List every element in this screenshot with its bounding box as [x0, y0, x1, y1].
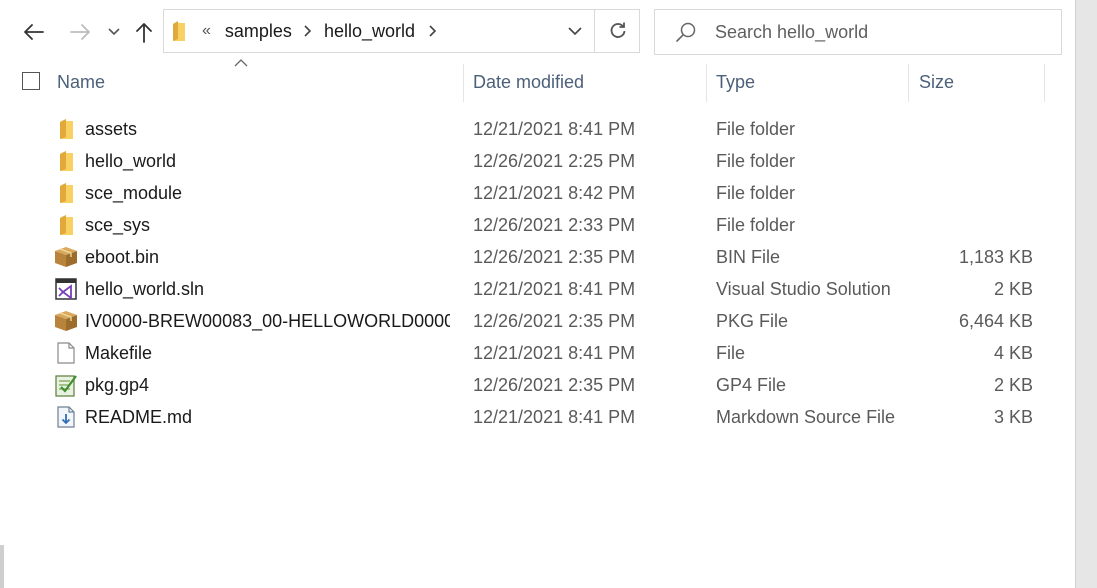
search-input[interactable]	[715, 20, 1045, 44]
folder-icon	[54, 209, 78, 241]
file-date: 12/21/2021 8:42 PM	[473, 182, 636, 203]
file-type: File	[716, 342, 746, 363]
file-name: hello_world	[85, 150, 177, 171]
refresh-button[interactable]	[595, 10, 641, 52]
breadcrumb-hello-world[interactable]: hello_world	[324, 21, 415, 42]
recent-locations-button[interactable]	[104, 14, 124, 50]
file-date: 12/21/2021 8:41 PM	[473, 406, 636, 427]
file-name: eboot.bin	[85, 246, 160, 267]
chevron-down-icon	[108, 28, 120, 36]
file-size: 2 KB	[993, 374, 1033, 395]
chevron-right-icon[interactable]	[429, 25, 437, 37]
file-size	[900, 177, 1033, 209]
file-date: 12/26/2021 2:25 PM	[473, 150, 636, 171]
file-type: Markdown Source File	[716, 406, 896, 427]
file-date: 12/21/2021 8:41 PM	[473, 278, 636, 299]
select-all-checkbox[interactable]	[22, 72, 40, 90]
file-name: pkg.gp4	[85, 374, 150, 395]
file-date: 12/26/2021 2:35 PM	[473, 246, 636, 267]
column-divider[interactable]	[908, 64, 909, 102]
refresh-icon	[610, 22, 626, 38]
column-divider[interactable]	[1044, 64, 1045, 102]
file-row-hello-world-sln[interactable]: hello_world.sln 12/21/2021 8:41 PM Visua…	[0, 273, 1075, 305]
window-right-edge	[1075, 0, 1097, 588]
file-date: 12/26/2021 2:35 PM	[473, 310, 636, 331]
search-box[interactable]	[654, 9, 1062, 55]
file-size: 3 KB	[993, 406, 1033, 427]
arrow-left-icon	[24, 24, 44, 40]
back-button[interactable]	[20, 14, 48, 50]
file-type: File folder	[716, 118, 796, 139]
arrow-up-icon	[136, 23, 152, 43]
column-name[interactable]: Name	[57, 60, 457, 104]
file-size: 1,183 KB	[958, 246, 1033, 267]
file-row-pkg[interactable]: IV0000-BREW00083_00-HELLOWORLD0000... 12…	[0, 305, 1075, 337]
file-size: 2 KB	[993, 278, 1033, 299]
file-row-assets[interactable]: assets 12/21/2021 8:41 PM File folder	[0, 113, 1075, 145]
file-type: PKG File	[716, 310, 789, 331]
package-icon	[54, 241, 78, 273]
file-row-makefile[interactable]: Makefile 12/21/2021 8:41 PM File 4 KB	[0, 337, 1075, 369]
file-name: hello_world.sln	[85, 278, 205, 299]
address-history-button[interactable]	[556, 10, 594, 52]
address-bar[interactable]: « samples hello_world	[163, 9, 640, 53]
file-date: 12/21/2021 8:41 PM	[473, 118, 636, 139]
column-header: Name Date modified Type Size	[0, 59, 1075, 104]
file-row-pkg-gp4[interactable]: pkg.gp4 12/26/2021 2:35 PM GP4 File 2 KB	[0, 369, 1075, 401]
file-date: 12/26/2021 2:35 PM	[473, 374, 636, 395]
file-size: 6,464 KB	[958, 310, 1033, 331]
file-row-sce-module[interactable]: sce_module 12/21/2021 8:42 PM File folde…	[0, 177, 1075, 209]
column-size[interactable]: Size	[919, 60, 1039, 104]
folder-icon	[172, 20, 186, 42]
search-icon	[676, 22, 696, 42]
folder-icon	[54, 177, 78, 209]
file-size	[900, 145, 1033, 177]
chevron-right-icon[interactable]	[304, 25, 312, 37]
file-row-readme[interactable]: README.md 12/21/2021 8:41 PM Markdown So…	[0, 401, 1075, 433]
visual-studio-solution-icon	[54, 273, 78, 305]
up-button[interactable]	[132, 14, 156, 50]
column-divider[interactable]	[706, 64, 707, 102]
file-type: Visual Studio Solution	[716, 278, 891, 299]
chevron-down-icon	[568, 26, 582, 35]
column-type[interactable]: Type	[716, 60, 902, 104]
file-name: README.md	[85, 406, 193, 427]
file-date: 12/26/2021 2:33 PM	[473, 214, 636, 235]
blank-file-icon	[54, 337, 78, 369]
file-size: 4 KB	[993, 342, 1033, 363]
file-type: GP4 File	[716, 374, 787, 395]
forward-button[interactable]	[66, 14, 94, 50]
file-size	[900, 209, 1033, 241]
file-name: Makefile	[85, 342, 153, 363]
file-type: File folder	[716, 150, 796, 171]
file-list: assets 12/21/2021 8:41 PM File folder he…	[0, 113, 1075, 433]
arrow-right-icon	[70, 24, 90, 40]
folder-icon	[54, 113, 78, 145]
gp4-file-icon	[54, 369, 78, 401]
column-date-modified[interactable]: Date modified	[473, 60, 699, 104]
file-name: sce_module	[85, 182, 183, 203]
file-size	[900, 113, 1033, 145]
file-name: assets	[85, 118, 138, 139]
file-name: IV0000-BREW00083_00-HELLOWORLD0000...	[85, 310, 450, 331]
file-type: File folder	[716, 214, 796, 235]
file-type: File folder	[716, 182, 796, 203]
file-row-hello-world[interactable]: hello_world 12/26/2021 2:25 PM File fold…	[0, 145, 1075, 177]
column-divider[interactable]	[463, 64, 464, 102]
file-row-sce-sys[interactable]: sce_sys 12/26/2021 2:33 PM File folder	[0, 209, 1075, 241]
file-type: BIN File	[716, 246, 781, 267]
file-row-eboot-bin[interactable]: eboot.bin 12/26/2021 2:35 PM BIN File 1,…	[0, 241, 1075, 273]
file-date: 12/21/2021 8:41 PM	[473, 342, 636, 363]
file-name: sce_sys	[85, 214, 151, 235]
breadcrumb-overflow-button[interactable]: «	[202, 22, 211, 40]
breadcrumb-samples[interactable]: samples	[225, 21, 292, 42]
folder-icon	[54, 145, 78, 177]
package-icon	[54, 305, 78, 337]
markdown-file-icon	[54, 401, 78, 433]
